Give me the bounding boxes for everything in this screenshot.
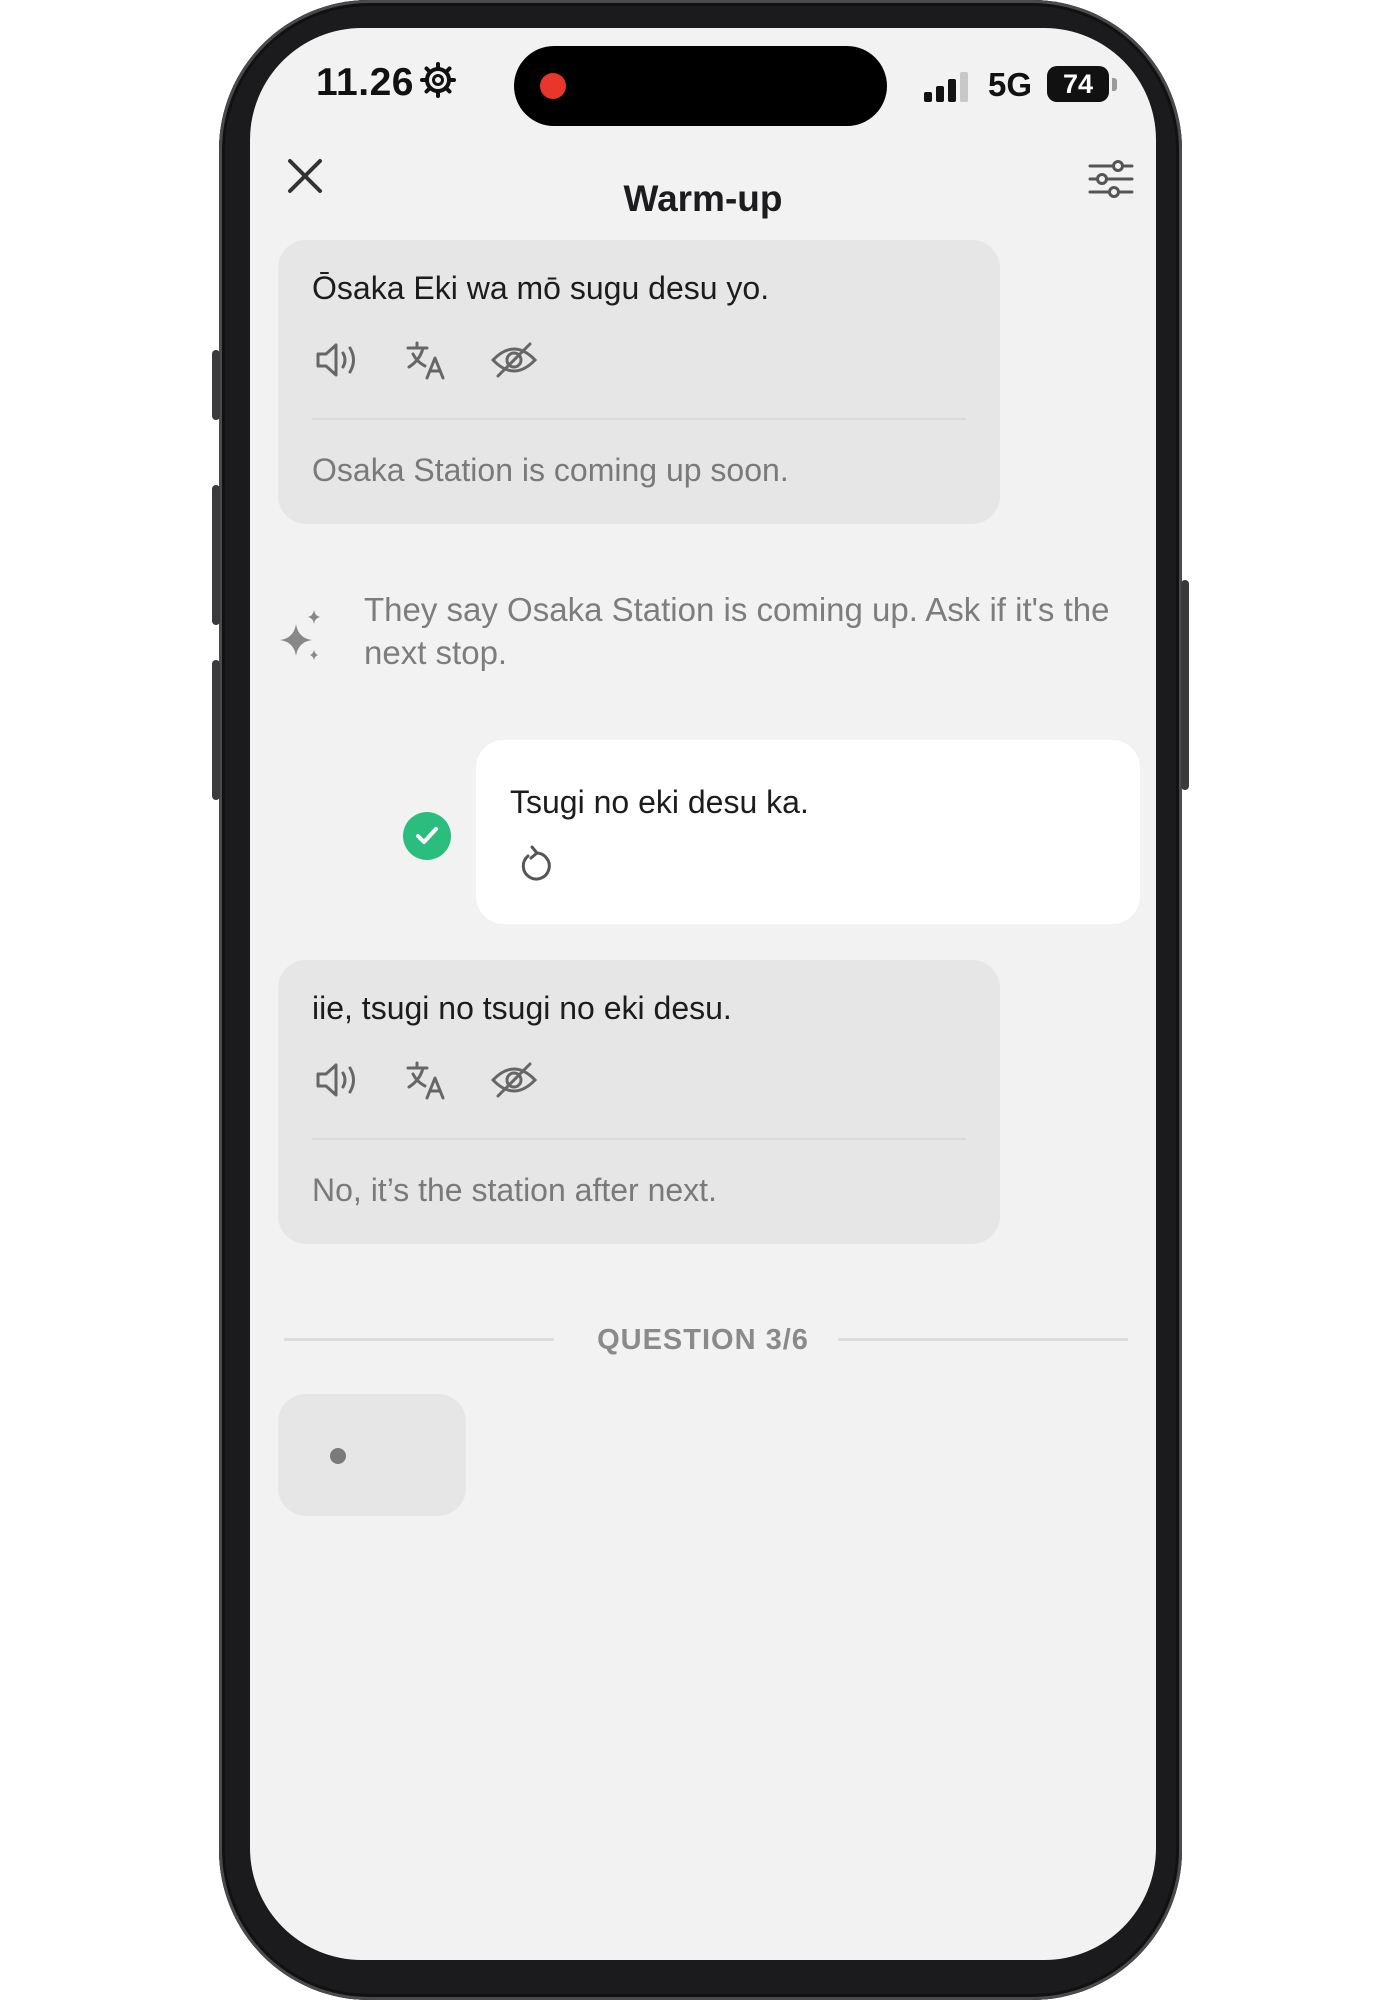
retry-icon (521, 845, 551, 881)
assistant-message: Ōsaka Eki wa mō sugu desu yo. Osaka Stat… (278, 240, 1000, 524)
hint-text: They say Osaka Station is coming up. Ask… (364, 591, 1110, 671)
message-actions (314, 1056, 538, 1104)
assistant-message: iie, tsugi no tsugi no eki desu. No, it’… (278, 960, 1000, 1244)
message-actions (314, 336, 538, 384)
gear-icon (420, 62, 456, 98)
eye-off-icon (490, 342, 538, 378)
translate-icon (406, 1061, 445, 1100)
sparkle-icon (280, 610, 320, 660)
recording-indicator (540, 73, 566, 99)
typing-indicator (278, 1394, 466, 1516)
translate-button[interactable] (402, 336, 450, 384)
speaker-icon (316, 1063, 355, 1097)
typing-dot (330, 1448, 346, 1464)
phone-side-button (212, 660, 220, 800)
battery-level: 74 (1047, 66, 1109, 102)
bubble-divider (312, 418, 966, 420)
translate-button[interactable] (402, 1056, 450, 1104)
speaker-icon (316, 343, 355, 377)
phone-side-button (212, 350, 220, 420)
app-screen: 11.26 5G 74 Warm-up Ōsaka Eki wa mō sugu… (250, 28, 1156, 1960)
bubble-divider (312, 1138, 966, 1140)
user-answer-text: Tsugi no eki desu ka. (510, 784, 809, 820)
dynamic-island (514, 46, 887, 126)
settings-button[interactable] (1086, 154, 1136, 204)
eye-off-icon (490, 1062, 538, 1098)
message-text: Ōsaka Eki wa mō sugu desu yo. (312, 270, 770, 306)
checkmark-icon (416, 827, 438, 844)
user-answer-bubble: Tsugi no eki desu ka. (476, 740, 1140, 924)
hide-text-button[interactable] (490, 336, 538, 384)
retry-button[interactable] (512, 840, 560, 888)
phone-side-button (1181, 580, 1189, 790)
correct-badge (403, 812, 451, 860)
translate-icon (406, 341, 445, 380)
signal-icon (924, 72, 968, 102)
page-title: Warm-up (623, 178, 783, 219)
settings-sliders-icon (1088, 160, 1134, 198)
hide-text-button[interactable] (490, 1056, 538, 1104)
play-audio-button[interactable] (314, 1056, 362, 1104)
network-type: 5G (988, 66, 1033, 103)
status-time: 11.26 (316, 61, 414, 104)
battery-nub (1112, 78, 1117, 91)
message-translation: No, it’s the station after next. (312, 1172, 717, 1208)
message-translation: Osaka Station is coming up soon. (312, 452, 789, 488)
progress-divider-right (838, 1338, 1128, 1341)
phone-side-button (212, 485, 220, 625)
message-text: iie, tsugi no tsugi no eki desu. (312, 990, 732, 1026)
play-audio-button[interactable] (314, 336, 362, 384)
